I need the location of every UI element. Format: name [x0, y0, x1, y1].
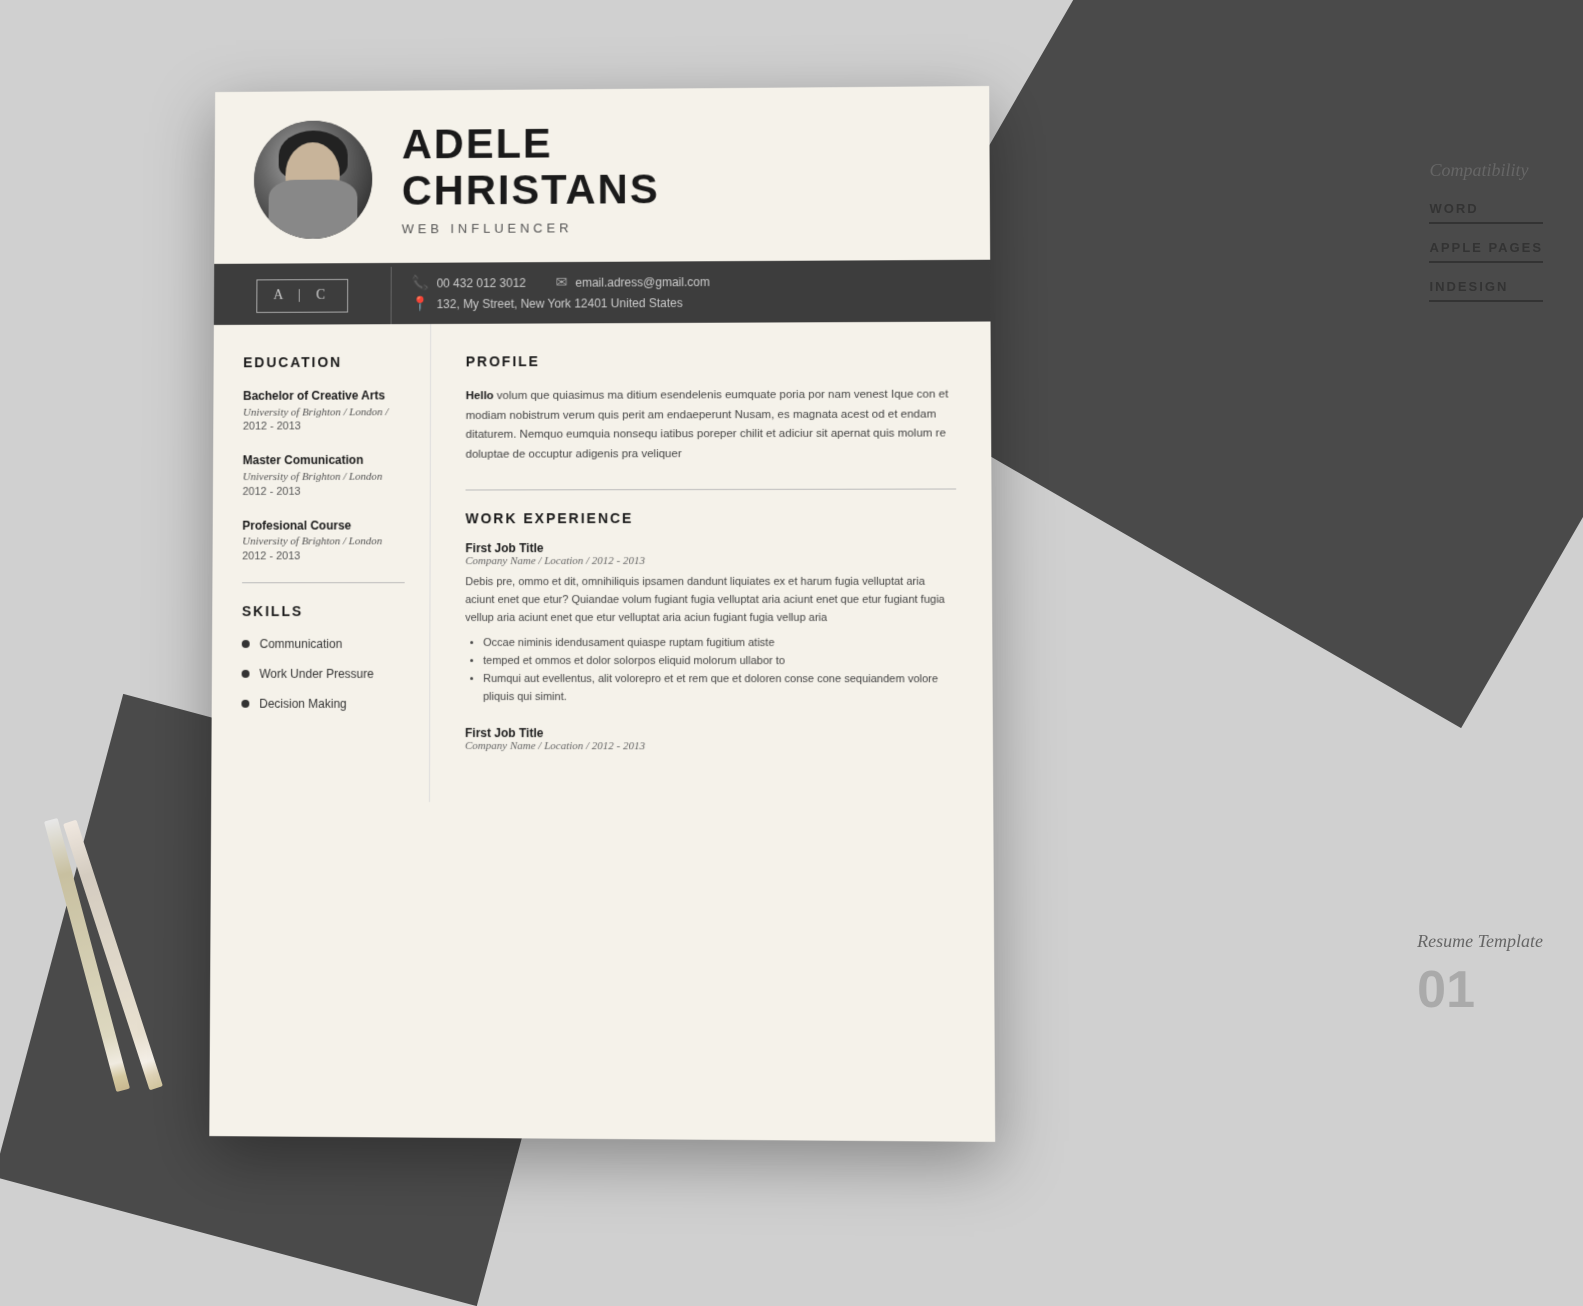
- edu-year-2: 2012 - 2013: [243, 485, 405, 497]
- compatibility-list: WORD APPLE PAGES INDESIGN: [1429, 201, 1543, 302]
- edu-school-3: University of Brighton / London: [242, 534, 405, 551]
- edu-school-2: University of Brighton / London: [243, 469, 405, 486]
- job-title-2: First Job Title: [465, 726, 957, 741]
- skills-divider: [242, 582, 405, 583]
- profile-title: PROFILE: [466, 352, 956, 370]
- contact-row-1: 📞 00 432 012 3012 ✉ email.adress@gmail.c…: [411, 272, 970, 292]
- monogram-area: A | C: [214, 267, 392, 325]
- edu-degree-2: Master Comunication: [243, 452, 405, 469]
- phone-number: 00 432 012 3012: [437, 276, 526, 290]
- job-bullet-1-3: Rumqui aut evellentus, alit volorepro et…: [483, 670, 957, 707]
- edu-item-3: Profesional Course University of Brighto…: [242, 517, 405, 562]
- job-company-2: Company Name / Location / 2012 - 2013: [465, 740, 958, 753]
- edu-year-1: 2012 - 2013: [243, 420, 405, 432]
- job-item-2: First Job Title Company Name / Location …: [465, 726, 958, 753]
- location-icon: 📍: [411, 295, 428, 312]
- edu-year-3: 2012 - 2013: [242, 550, 405, 562]
- skills-section: SKILLS Communication Work Under Pressure…: [241, 603, 404, 711]
- header-title: WEB INFLUENCER: [402, 218, 950, 236]
- job-bullet-1-2: temped et ommos et dolor solorpos eliqui…: [483, 652, 957, 670]
- compat-apple: APPLE PAGES: [1429, 240, 1543, 263]
- skill-item-2: Work Under Pressure: [242, 667, 405, 681]
- skill-item-1: Communication: [242, 637, 405, 651]
- work-exp-title: WORK EXPERIENCE: [465, 510, 956, 527]
- resume-header: ADELE CHRISTANS WEB INFLUENCER: [214, 86, 990, 268]
- template-label-area: Resume Template 01: [1417, 931, 1543, 1020]
- job-bullets-1: Occae niminis idendusament quiaspe rupta…: [465, 634, 957, 707]
- edu-degree-1: Bachelor of Creative Arts: [243, 387, 405, 404]
- job-title-1: First Job Title: [465, 541, 956, 556]
- phone-contact: 📞 00 432 012 3012: [411, 274, 526, 291]
- right-sidebar: Compatibility WORD APPLE PAGES INDESIGN: [1429, 160, 1543, 318]
- job-bullet-1-1: Occae niminis idendusament quiaspe rupta…: [483, 634, 957, 652]
- work-exp-divider: [466, 489, 957, 491]
- email-icon: ✉: [556, 274, 568, 291]
- job-item-1: First Job Title Company Name / Location …: [465, 541, 957, 707]
- skill-item-3: Decision Making: [241, 697, 404, 711]
- template-script-label: Resume Template: [1417, 931, 1543, 952]
- pencils-decoration: [80, 815, 120, 1100]
- work-experience-section: WORK EXPERIENCE First Job Title Company …: [465, 510, 958, 753]
- skill-bullet-3: [241, 700, 249, 708]
- education-section: EDUCATION Bachelor of Creative Arts Univ…: [242, 354, 405, 563]
- header-name: ADELE CHRISTANS: [402, 118, 950, 213]
- edu-degree-3: Profesional Course: [242, 517, 405, 534]
- contact-bar: A | C 📞 00 432 012 3012 ✉ email.adress@g…: [214, 264, 991, 325]
- resume-document: ADELE CHRISTANS WEB INFLUENCER A | C 📞 0…: [209, 86, 995, 1142]
- body-shape: [268, 179, 357, 239]
- phone-icon: 📞: [411, 275, 428, 292]
- left-column: EDUCATION Bachelor of Creative Arts Univ…: [211, 324, 431, 802]
- resume-body: EDUCATION Bachelor of Creative Arts Univ…: [211, 321, 993, 803]
- profile-text: Hello volum que quiasimus ma ditium esen…: [466, 385, 956, 464]
- address-text: 132, My Street, New York 12401 United St…: [437, 296, 683, 311]
- edu-item-1: Bachelor of Creative Arts University of …: [243, 387, 405, 432]
- template-number: 01: [1417, 960, 1543, 1020]
- compat-indesign: INDESIGN: [1429, 279, 1543, 302]
- job-company-1: Company Name / Location / 2012 - 2013: [465, 555, 956, 567]
- edu-school-1: University of Brighton / London /: [243, 404, 405, 421]
- email-address: email.adress@gmail.com: [575, 275, 709, 290]
- edu-item-2: Master Comunication University of Bright…: [243, 452, 406, 497]
- profile-photo: [254, 120, 373, 239]
- skill-bullet-1: [242, 640, 250, 648]
- compat-word: WORD: [1429, 201, 1543, 224]
- monogram-box: A | C: [257, 279, 348, 313]
- right-column: PROFILE Hello volum que quiasimus ma dit…: [430, 321, 993, 803]
- contact-info: 📞 00 432 012 3012 ✉ email.adress@gmail.c…: [392, 264, 991, 324]
- photo-circle: [254, 120, 373, 239]
- education-title: EDUCATION: [243, 354, 405, 370]
- profile-section: PROFILE Hello volum que quiasimus ma dit…: [466, 352, 956, 465]
- header-text: ADELE CHRISTANS WEB INFLUENCER: [402, 118, 950, 236]
- email-contact: ✉ email.adress@gmail.com: [556, 273, 710, 291]
- skill-bullet-2: [242, 670, 250, 678]
- skills-list: Communication Work Under Pressure Decisi…: [241, 637, 404, 711]
- compatibility-label: Compatibility: [1429, 160, 1543, 181]
- contact-row-2: 📍 132, My Street, New York 12401 United …: [411, 293, 970, 313]
- job-desc-1: Debis pre, ommo et dit, omnihiliquis ips…: [465, 573, 957, 628]
- skills-title: SKILLS: [242, 603, 405, 619]
- address-contact: 📍 132, My Street, New York 12401 United …: [411, 294, 682, 312]
